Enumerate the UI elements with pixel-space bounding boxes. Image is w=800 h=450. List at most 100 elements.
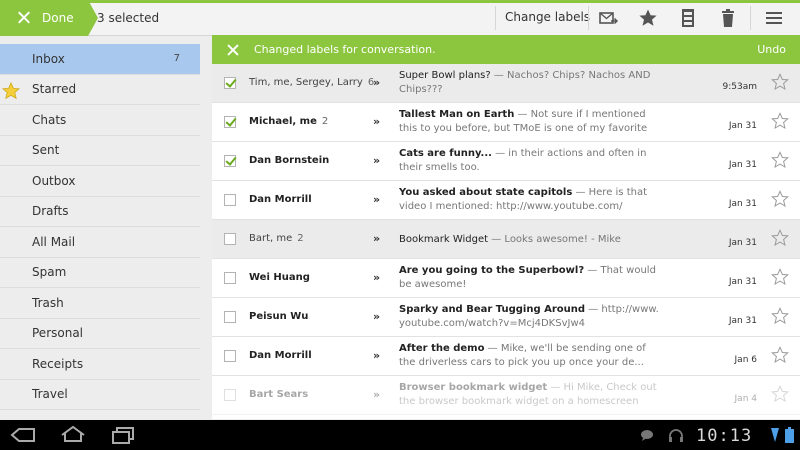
star-icon[interactable] <box>771 307 789 325</box>
sender-names: Bart Sears <box>249 389 309 400</box>
folder-receipts[interactable]: Receipts <box>0 349 200 380</box>
important-marker-icon: » <box>373 271 381 284</box>
delete-icon[interactable] <box>718 8 738 28</box>
folder-label: Receipts <box>32 356 84 371</box>
folder-label: Personal <box>32 326 84 341</box>
senders: Bart, me 2 <box>249 233 304 244</box>
folder-drafts[interactable]: Drafts <box>0 197 200 227</box>
conversation-row[interactable]: Bart Sears » Browser bookmark widget — Hi … <box>212 376 800 415</box>
sender-names: Peisun Wu <box>249 311 309 322</box>
folder-spam[interactable]: Spam <box>0 258 200 288</box>
star-icon[interactable] <box>771 268 789 286</box>
folder-label: Spam <box>32 265 67 280</box>
folder-list: Inbox 7 Starred Chats Sent Outbox Drafts… <box>0 44 200 416</box>
home-icon[interactable] <box>60 425 86 443</box>
star-icon[interactable] <box>771 346 789 364</box>
divider <box>750 6 751 30</box>
back-icon[interactable] <box>10 427 36 443</box>
select-checkbox[interactable] <box>224 233 236 245</box>
undo-toast: Changed labels for conversation. Undo <box>212 35 800 64</box>
subject: Browser bookmark widget <box>399 382 548 393</box>
subject: Sparky and Bear Tugging Around <box>399 304 586 315</box>
move-to-icon[interactable] <box>598 8 618 28</box>
folder-sent[interactable]: Sent <box>0 136 200 166</box>
undo-button[interactable]: Undo <box>757 43 786 56</box>
folder-label: All Mail <box>32 234 76 249</box>
folder-trash[interactable]: Trash <box>0 288 200 319</box>
conversation-preview: After the demo — Mike, we'll be sending … <box>399 342 661 370</box>
important-marker-icon: » <box>373 310 381 323</box>
sender-names: Bart, me <box>249 233 293 244</box>
star-icon[interactable] <box>771 112 789 130</box>
snippet: — Looks awesome! - Mike <box>488 234 621 245</box>
folder-all-mail[interactable]: All Mail <box>0 227 200 258</box>
conversation-row[interactable]: Dan Bornstein » Cats are funny... — in the… <box>212 142 800 181</box>
star-icon[interactable] <box>771 151 789 169</box>
divider <box>495 6 496 30</box>
date: 9:53am <box>722 82 758 92</box>
date: Jan 6 <box>734 355 757 365</box>
folder-label: Inbox <box>32 51 65 66</box>
change-labels-button[interactable]: Change labels <box>505 10 590 24</box>
folder-label: Sent <box>32 143 60 158</box>
conversation-row[interactable]: Tim, me, Sergey, Larry 6» Super Bowl plans… <box>212 64 800 103</box>
senders: Dan Bornstein <box>249 155 334 166</box>
select-checkbox[interactable] <box>224 116 236 128</box>
star-icon[interactable] <box>771 229 789 247</box>
folder-starred[interactable]: Starred <box>0 75 200 105</box>
conversation-preview: Browser bookmark widget — Hi Mike, Check… <box>399 381 661 409</box>
folder-personal[interactable]: Personal <box>0 319 200 349</box>
archive-icon[interactable] <box>678 8 698 28</box>
conversation-preview: Cats are funny... — in their actions and… <box>399 147 661 175</box>
conversation-row[interactable]: Michael, me 2 » Tallest Man on Earth — Not … <box>212 103 800 142</box>
sender-names: Dan Bornstein <box>249 155 330 166</box>
folder-inbox[interactable]: Inbox 7 <box>0 44 200 75</box>
date: Jan 4 <box>734 394 757 404</box>
conversation-preview: Tallest Man on Earth — Not sure if I men… <box>399 108 661 136</box>
folder-travel[interactable]: Travel <box>0 380 200 410</box>
star-icon[interactable] <box>771 190 789 208</box>
sender-names: Dan Morrill <box>249 350 312 361</box>
conversation-preview: Are you going to the Superbowl? — That w… <box>399 264 661 292</box>
select-checkbox[interactable] <box>224 350 236 362</box>
chat-notification-icon[interactable] <box>640 429 654 442</box>
done-button[interactable]: Done <box>0 0 98 36</box>
recent-apps-icon[interactable] <box>111 426 135 444</box>
select-checkbox[interactable] <box>224 311 236 323</box>
conversation-row[interactable]: Dan Morrill » After the demo — Mike, we'll… <box>212 337 800 376</box>
select-checkbox[interactable] <box>224 389 236 401</box>
headset-icon <box>669 429 683 442</box>
conversation-preview: Super Bowl plans? — Nachos? Chips? Nacho… <box>399 69 661 97</box>
star-icon[interactable] <box>638 8 658 28</box>
folder-label: Drafts <box>32 204 69 219</box>
selected-count: 3 selected <box>97 11 160 25</box>
select-checkbox[interactable] <box>224 272 236 284</box>
star-icon[interactable] <box>771 385 789 403</box>
conversation-preview: You asked about state capitols — Here is… <box>399 186 661 214</box>
conversation-row[interactable]: Dan Morrill » You asked about state capito… <box>212 181 800 220</box>
date: Jan 31 <box>728 238 757 248</box>
conversation-row[interactable]: Peisun Wu » Sparky and Bear Tugging Around… <box>212 298 800 337</box>
senders: Tim, me, Sergey, Larry 6 <box>249 77 374 88</box>
date: Jan 31 <box>728 121 757 131</box>
dismiss-icon[interactable] <box>225 42 241 58</box>
clock: 10:13 <box>696 426 753 446</box>
sender-names: Michael, me <box>249 116 317 127</box>
select-checkbox[interactable] <box>224 77 236 89</box>
select-checkbox[interactable] <box>224 194 236 206</box>
conversation-preview: Bookmark Widget — Looks awesome! - Mike <box>399 233 661 247</box>
senders: Michael, me 2 <box>249 116 328 127</box>
folder-outbox[interactable]: Outbox <box>0 166 200 197</box>
important-marker-icon: » <box>373 193 381 206</box>
sender-names: Dan Morrill <box>249 194 312 205</box>
folder-chats[interactable]: Chats <box>0 105 200 136</box>
menu-icon[interactable] <box>764 8 784 28</box>
star-icon[interactable] <box>771 73 789 91</box>
date: Jan 31 <box>728 277 757 287</box>
subject: Bookmark Widget <box>399 234 489 245</box>
divider <box>588 6 589 30</box>
conversation-row[interactable]: Wei Huang » Are you going to the Superbowl… <box>212 259 800 298</box>
select-checkbox[interactable] <box>224 155 236 167</box>
conversation-row[interactable]: Bart, me 2 » Bookmark Widget — Looks awesom… <box>212 220 800 259</box>
subject: You asked about state capitols <box>399 187 573 198</box>
